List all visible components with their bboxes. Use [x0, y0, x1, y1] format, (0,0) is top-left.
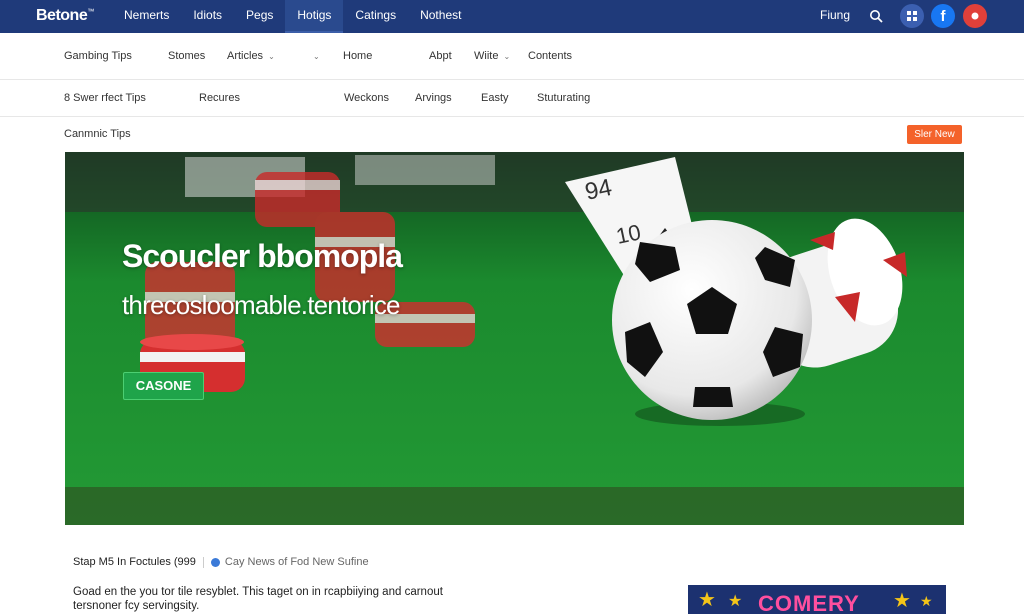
divider — [202, 556, 204, 568]
globe-icon — [210, 557, 220, 567]
star-icon: ★ — [893, 590, 911, 612]
article-meta: Stap M5 In Foctules (999 Cay News of Fod… — [73, 556, 369, 568]
promo-banner[interactable]: ★ ★ COMERY ★ ★ — [688, 585, 946, 614]
top-nav-item[interactable]: Idiots — [181, 0, 234, 33]
hero-cta-button[interactable]: CASONE — [123, 372, 204, 400]
nav-write-label: Wiite — [474, 50, 499, 62]
nav-articles-dropdown[interactable]: Articles ⌄ — [227, 50, 275, 62]
card-value: 10 — [614, 219, 643, 249]
profile-icon[interactable] — [963, 4, 987, 28]
search-icon[interactable] — [864, 4, 888, 28]
nav-easty[interactable]: Easty — [481, 92, 509, 104]
nav-home[interactable]: Home — [343, 50, 372, 62]
nav-recures[interactable]: Recures — [199, 92, 240, 104]
nav-stories[interactable]: Stomes — [168, 50, 205, 62]
nav-weekons[interactable]: Weckons — [344, 92, 389, 104]
trademark-mark: ™ — [87, 8, 94, 16]
top-nav-item[interactable]: Nothest — [408, 0, 473, 33]
facebook-icon[interactable]: f — [931, 4, 955, 28]
top-navbar: Betone™ Nemerts Idiots Pegs Hotigs Catin… — [0, 0, 1024, 33]
top-nav-item[interactable]: Pegs — [234, 0, 285, 33]
article-excerpt: Goad en the you tor tile resyblet. This … — [73, 586, 443, 612]
top-nav-item[interactable]: Catings — [343, 0, 408, 33]
top-nav-menu: Nemerts Idiots Pegs Hotigs Catings Nothe… — [112, 0, 473, 33]
hero-banner: 94 10 Scoucler bbomopla threcosloomable.… — [65, 152, 964, 525]
category-nav: 8 Swer rfect Tips Recures Weckons Arving… — [0, 80, 1024, 117]
section-title: Canmnic Tips — [64, 128, 131, 140]
grid-icon[interactable] — [900, 4, 924, 28]
star-icon: ★ — [728, 593, 743, 610]
promo-text: COMERY — [758, 591, 860, 614]
article-source-link[interactable]: Cay News of Fod New Sufine — [225, 556, 369, 568]
nav-perfect-tips[interactable]: 8 Swer rfect Tips — [64, 92, 146, 104]
nav-contents[interactable]: Contents — [528, 50, 572, 62]
nav-gambling-tips[interactable]: Gambing Tips — [64, 50, 132, 62]
signin-link[interactable]: Fiung — [820, 0, 850, 31]
hero-subtitle: threcosloomable.tentorice — [122, 290, 401, 320]
star-icon: ★ — [698, 589, 716, 611]
star-icon: ★ — [920, 593, 933, 609]
nav-about[interactable]: Abpt — [429, 50, 452, 62]
hero-image: 94 10 — [65, 152, 964, 525]
article-byline: Stap M5 In Foctules (999 — [73, 556, 196, 568]
hero-title: Scoucler bbomopla — [122, 238, 403, 274]
card-value: 94 — [583, 174, 615, 206]
chevron-down-icon: ⌄ — [268, 52, 275, 61]
nav-write-dropdown[interactable]: Wiite ⌄ — [474, 50, 510, 62]
nav-articles-label: Articles — [227, 50, 264, 62]
cta-button[interactable]: Sler New — [907, 125, 962, 144]
secondary-nav: Gambing Tips Stomes Articles ⌄ ⌄ Home Abp… — [0, 33, 1024, 80]
nav-stuturating[interactable]: Stuturating — [537, 92, 590, 104]
chevron-down-icon[interactable]: ⌄ — [313, 50, 320, 62]
nav-arvings[interactable]: Arvings — [415, 92, 452, 104]
top-nav-item[interactable]: Nemerts — [112, 0, 181, 33]
top-nav-item-active[interactable]: Hotigs — [285, 0, 344, 33]
brand-logo[interactable]: Betone™ — [36, 7, 94, 25]
brand-name: Betone — [36, 7, 88, 24]
chevron-down-icon: ⌄ — [503, 52, 511, 61]
